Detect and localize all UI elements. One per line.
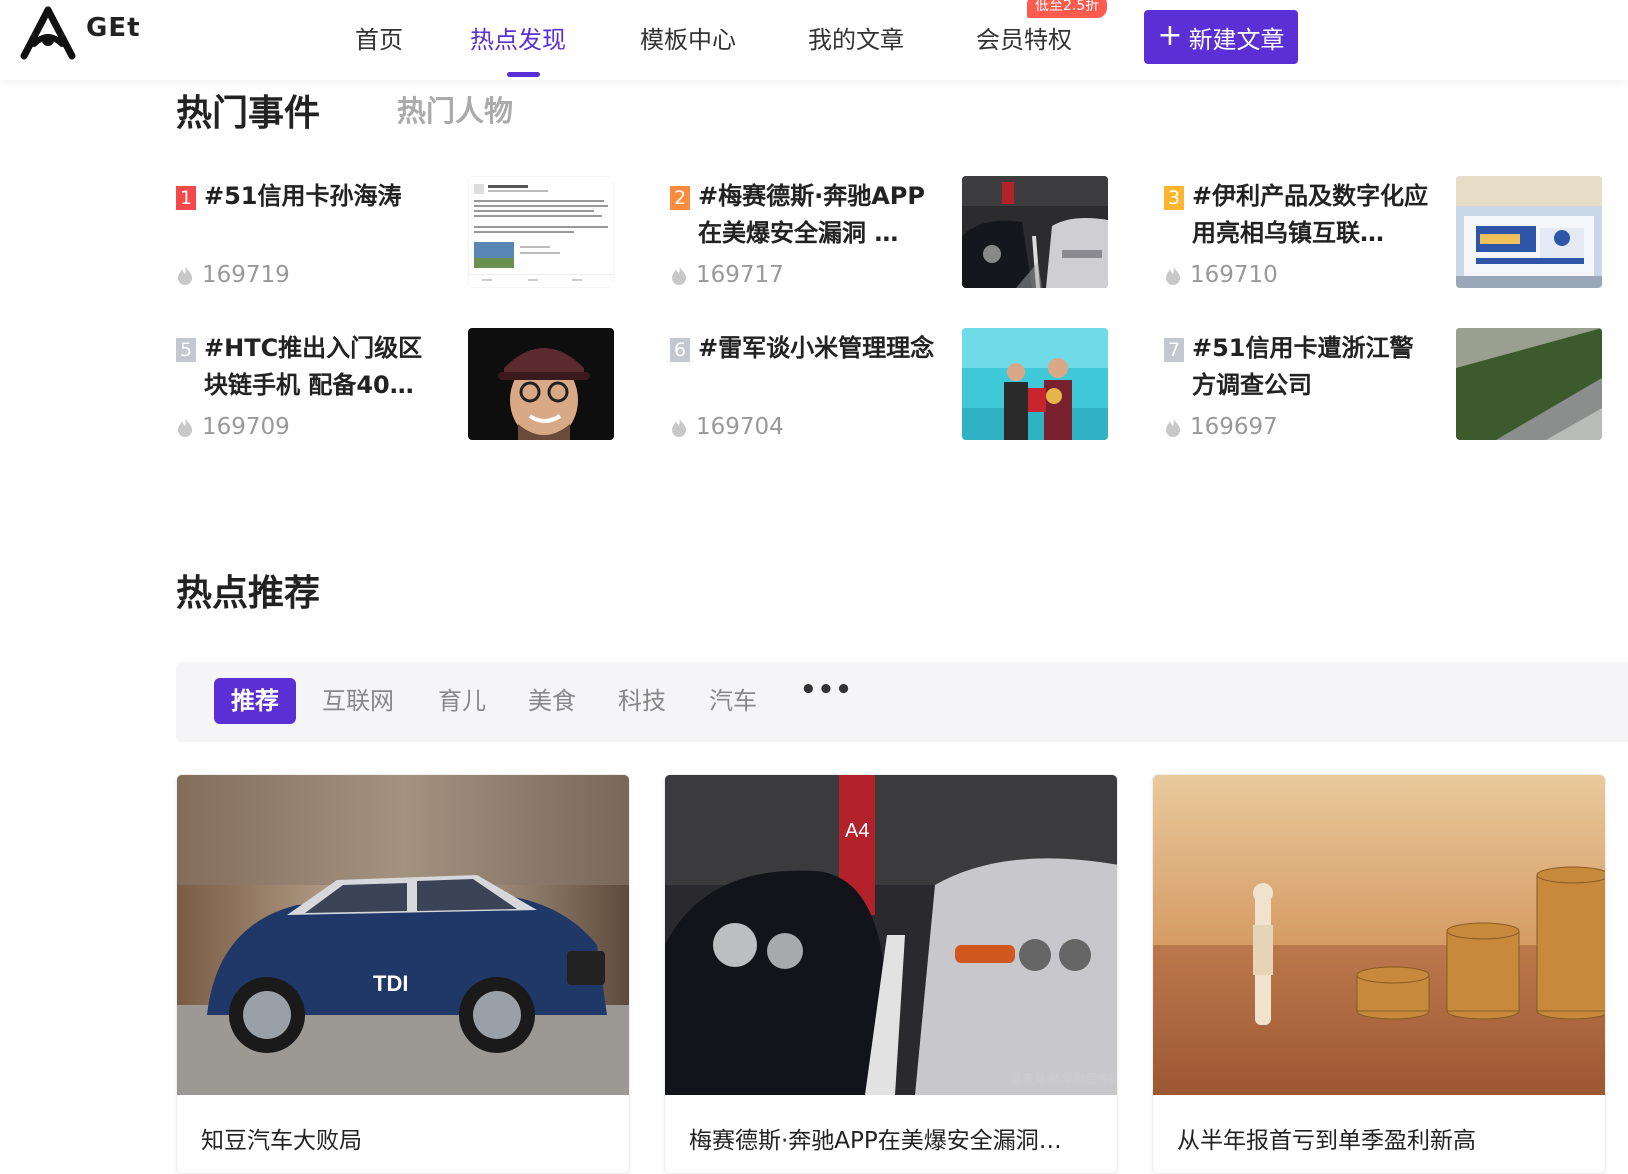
heat-count: 169717 — [670, 262, 784, 288]
event-title[interactable]: #梅赛德斯·奔驰APP在美爆安全漏洞 … — [698, 178, 938, 252]
event-thumbnail[interactable] — [1456, 176, 1602, 288]
nav-membership[interactable]: 会员特权 — [976, 20, 1072, 55]
flame-icon — [672, 417, 686, 437]
tab-hot-people[interactable]: 热门人物 — [397, 88, 513, 130]
flame-icon — [178, 417, 192, 437]
more-filters-button[interactable]: ••• — [800, 675, 853, 705]
filter-chip-parenting[interactable]: 育儿 — [438, 678, 486, 724]
event-thumbnail[interactable] — [962, 328, 1108, 440]
event-title[interactable]: #HTC推出入门级区块链手机 配备40… — [204, 330, 444, 404]
heat-value: 169717 — [696, 262, 784, 288]
hot-event-item[interactable]: 1 #51信用卡孙海涛 169719 — [176, 176, 621, 291]
svg-text:A4: A4 — [845, 820, 869, 842]
nav-hot-discover[interactable]: 热点发现 — [470, 20, 566, 55]
new-article-button[interactable]: + 新建文章 — [1144, 10, 1298, 64]
article-card[interactable]: A4 百家号/新华财经传媒 梅赛德斯·奔驰APP在美爆安全漏洞… — [664, 774, 1118, 1174]
filter-chip-internet[interactable]: 互联网 — [322, 678, 394, 724]
promo-badge: 低至2.5折 — [1027, 0, 1108, 18]
card-image-watermark: 百家号/新华财经传媒 — [1010, 1071, 1118, 1086]
event-thumbnail[interactable] — [1456, 328, 1602, 440]
hot-event-item[interactable]: 2 #梅赛德斯·奔驰APP在美爆安全漏洞 … 169717 — [670, 176, 1115, 291]
event-title[interactable]: #雷军谈小米管理理念 — [698, 330, 938, 367]
heat-count: 169710 — [1164, 262, 1278, 288]
app-logo[interactable]: GEt — [16, 4, 141, 60]
card-title[interactable]: 知豆汽车大败局 — [201, 1121, 607, 1155]
card-image — [1153, 775, 1605, 1095]
flame-icon — [178, 265, 192, 285]
plus-icon: + — [1157, 17, 1183, 53]
heat-value: 169704 — [696, 414, 784, 440]
nav-templates[interactable]: 模板中心 — [640, 20, 736, 55]
filter-chip-auto[interactable]: 汽车 — [709, 678, 757, 724]
event-title[interactable]: #伊利产品及数字化应用亮相乌镇互联… — [1192, 178, 1432, 252]
logo-text: GEt — [86, 13, 141, 43]
heat-count: 169704 — [670, 414, 784, 440]
hot-event-item[interactable]: 5 #HTC推出入门级区块链手机 配备40… 169709 — [176, 328, 621, 443]
heat-count: 169697 — [1164, 414, 1278, 440]
article-card[interactable]: 从半年报首亏到单季盈利新高 — [1152, 774, 1606, 1174]
event-thumbnail[interactable] — [468, 328, 614, 440]
section-title-recommend: 热点推荐 — [176, 573, 321, 614]
filter-chip-tech[interactable]: 科技 — [618, 678, 666, 724]
heat-value: 169710 — [1190, 262, 1278, 288]
event-title[interactable]: #51信用卡遭浙江警方调查公司 — [1192, 330, 1432, 404]
card-title[interactable]: 梅赛德斯·奔驰APP在美爆安全漏洞… — [689, 1121, 1095, 1155]
nav-my-articles[interactable]: 我的文章 — [808, 20, 904, 55]
heat-count: 169719 — [176, 262, 290, 288]
new-article-label: 新建文章 — [1188, 25, 1285, 54]
filter-chip-food[interactable]: 美食 — [528, 678, 576, 724]
rank-badge: 6 — [670, 338, 690, 362]
event-thumbnail[interactable] — [468, 176, 614, 288]
flame-icon — [1166, 265, 1180, 285]
active-tab-indicator — [507, 72, 540, 77]
heat-value: 169709 — [202, 414, 290, 440]
rank-badge: 3 — [1164, 186, 1184, 210]
hot-event-item[interactable]: 6 #雷军谈小米管理理念 169704 — [670, 328, 1115, 443]
card-image: TDI — [177, 775, 629, 1095]
event-title[interactable]: #51信用卡孙海涛 — [204, 178, 444, 215]
filter-chip-recommend[interactable]: 推荐 — [214, 678, 296, 724]
rank-badge: 5 — [176, 338, 196, 362]
heat-value: 169697 — [1190, 414, 1278, 440]
tab-hot-events[interactable]: 热门事件 — [176, 84, 320, 136]
logo-icon — [20, 6, 76, 60]
card-image-text: TDI — [373, 971, 408, 996]
article-card[interactable]: TDI 知豆汽车大败局 — [176, 774, 630, 1174]
nav-home[interactable]: 首页 — [355, 20, 403, 55]
rank-badge: 7 — [1164, 338, 1184, 362]
top-header: GEt 首页 热点发现 模板中心 我的文章 会员特权 低至2.5折 + 新建文章 — [0, 0, 1628, 80]
category-filter-bar: 推荐 互联网 育儿 美食 科技 汽车 ••• — [176, 662, 1628, 742]
card-image: A4 百家号/新华财经传媒 — [665, 775, 1118, 1095]
hot-event-item[interactable]: 3 #伊利产品及数字化应用亮相乌镇互联… 169710 — [1164, 176, 1609, 291]
rank-badge: 1 — [176, 186, 196, 210]
rank-badge: 2 — [670, 186, 690, 210]
card-title[interactable]: 从半年报首亏到单季盈利新高 — [1177, 1121, 1583, 1155]
heat-value: 169719 — [202, 262, 290, 288]
heat-count: 169709 — [176, 414, 290, 440]
event-thumbnail[interactable] — [962, 176, 1108, 288]
flame-icon — [672, 265, 686, 285]
hot-event-item[interactable]: 7 #51信用卡遭浙江警方调查公司 169697 — [1164, 328, 1609, 443]
flame-icon — [1166, 417, 1180, 437]
